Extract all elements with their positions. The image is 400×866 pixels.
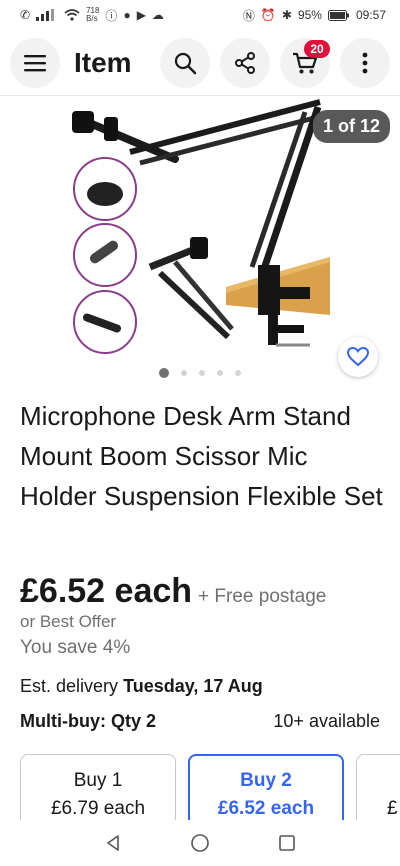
back-nav-icon[interactable] <box>104 834 122 852</box>
availability: 10+ available <box>273 711 380 731</box>
video-icon: ▶ <box>136 8 146 22</box>
clock: 09:57 <box>355 8 386 22</box>
delivery-label: Est. delivery <box>20 676 119 696</box>
nfc-icon: Ⓝ <box>242 8 255 23</box>
price: £6.52 each <box>20 572 193 610</box>
tier-price: £6.52 each <box>217 798 315 819</box>
share-icon <box>235 51 255 74</box>
net-speed: 718 B/s <box>86 7 99 23</box>
page-dot[interactable] <box>235 370 241 376</box>
image-counter: 1 of 12 <box>312 110 390 143</box>
postage: + Free postage <box>198 586 327 607</box>
cart-count-badge: 20 <box>304 39 330 58</box>
alarm-icon: ⏰ <box>260 8 276 22</box>
tier-label: Buy 2 <box>240 770 292 791</box>
tier-price: £6.79 each <box>50 798 146 819</box>
bluetooth-icon: ✱ <box>281 8 292 22</box>
net-speed-unit: B/s <box>86 14 98 23</box>
tier-buy-3-partial[interactable]: £ <box>356 754 400 828</box>
cart-button[interactable]: 20 <box>280 37 330 88</box>
page-dot-active[interactable] <box>159 368 169 378</box>
search-button[interactable] <box>160 37 210 88</box>
menu-icon <box>24 54 46 71</box>
estimated-delivery: Est. delivery Tuesday, 17 Aug <box>20 676 263 697</box>
share-button[interactable] <box>220 37 270 88</box>
menu-button[interactable] <box>10 37 60 88</box>
price-row: £6.52 each + Free postage <box>20 572 326 611</box>
app-header: Item 20 <box>0 30 400 96</box>
status-right: Ⓝ ⏰ ✱ 95% 09:57 <box>243 7 386 24</box>
page-dot[interactable] <box>181 370 187 376</box>
tier-buy-1[interactable]: Buy 1 £6.79 each <box>20 754 176 828</box>
tier-price-partial: £ <box>387 798 398 819</box>
system-nav-bar <box>0 820 400 866</box>
recents-nav-icon[interactable] <box>278 834 296 852</box>
tier-buy-2[interactable]: Buy 2 £6.52 each <box>188 754 344 828</box>
status-bar: ✆ 718 B/s ⓘ ● ▶ ☁ Ⓝ ⏰ ✱ 95% 09:57 <box>0 0 400 30</box>
heart-icon <box>347 347 369 367</box>
wifi-icon <box>64 9 80 21</box>
product-image-gallery[interactable]: 1 of 12 <box>0 97 400 389</box>
tier-label: Buy 1 <box>73 770 123 791</box>
app-notification-icon: ● <box>123 8 131 22</box>
page-dot[interactable] <box>199 370 205 376</box>
call-icon: ✆ <box>20 8 31 22</box>
gallery-pagination[interactable] <box>0 368 400 378</box>
info-icon: ⓘ <box>105 8 118 23</box>
cloud-icon: ☁ <box>151 8 164 22</box>
page-title: Item <box>74 46 132 78</box>
delivery-date: Tuesday, 17 Aug <box>123 676 263 696</box>
page-dot[interactable] <box>217 370 223 376</box>
more-options-button[interactable] <box>340 37 390 88</box>
battery-percent: 95% <box>297 8 322 22</box>
product-title: Microphone Desk Arm Stand Mount Boom Sci… <box>20 401 383 511</box>
best-offer-note: or Best Offer <box>20 612 117 631</box>
multibuy-options: Buy 1 £6.79 each Buy 2 £6.52 each £ <box>20 754 400 828</box>
savings-note: You save 4% <box>20 637 131 658</box>
home-nav-icon[interactable] <box>190 833 210 853</box>
battery-icon <box>327 9 349 21</box>
tier-label <box>387 767 400 795</box>
search-icon <box>174 52 197 74</box>
more-vertical-icon <box>362 52 368 73</box>
multibuy-quantity: Multi-buy: Qty 2 <box>20 711 156 731</box>
signal-icon <box>36 9 55 21</box>
status-left: ✆ 718 B/s ⓘ ● ▶ ☁ <box>20 7 164 24</box>
